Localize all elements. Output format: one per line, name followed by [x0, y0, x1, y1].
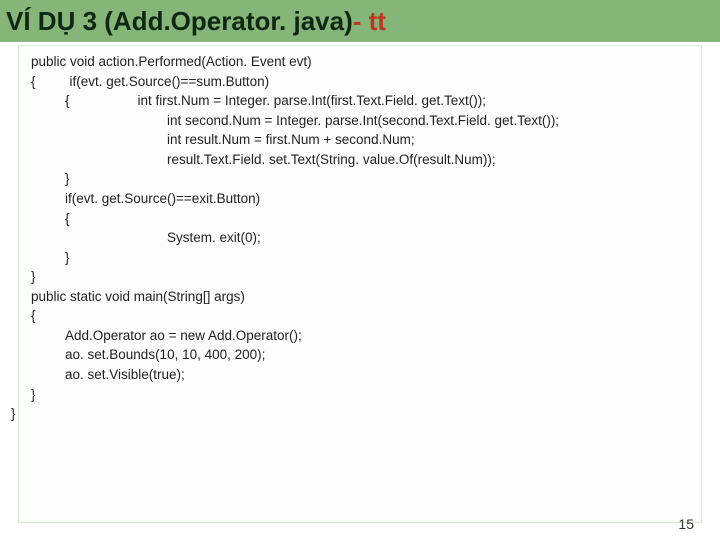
code-line: ao. set.Bounds(10, 10, 400, 200); — [31, 345, 265, 365]
slide-title-part1: VÍ DỤ 3 (Add.Operator. java) — [6, 6, 353, 37]
code-line: int first.Num = Integer. parse.Int(first… — [70, 91, 487, 111]
slide-title-part2: - tt — [353, 6, 386, 37]
code-line: result.Text.Field. set.Text(String. valu… — [31, 150, 496, 170]
code-line: if(evt. get.Source()==exit.Button) — [31, 189, 260, 209]
code-line: { — [31, 91, 70, 111]
code-line: } — [31, 387, 36, 402]
page-number: 15 — [678, 516, 694, 532]
code-line: int result.Num = first.Num + second.Num; — [31, 130, 415, 150]
code-line: } — [31, 269, 36, 284]
code-block: public void action.Performed(Action. Eve… — [18, 45, 702, 523]
code-line: int second.Num = Integer. parse.Int(seco… — [31, 111, 559, 131]
code-line: { — [31, 209, 70, 229]
code-line: } — [31, 169, 70, 189]
code-line: public void action.Performed(Action. Eve… — [31, 54, 312, 69]
code-line: ao. set.Visible(true); — [31, 365, 185, 385]
slide-header: VÍ DỤ 3 (Add.Operator. java) - tt — [0, 0, 720, 42]
code-line: } — [31, 248, 70, 268]
code-line: Add.Operator ao = new Add.Operator(); — [31, 326, 302, 346]
code-line: if(evt. get.Source()==sum.Button) — [36, 72, 270, 92]
code-line: } — [11, 406, 16, 421]
code-line: { — [31, 308, 36, 323]
code-line: System. exit(0); — [31, 228, 261, 248]
code-line: public static void main(String[] args) — [31, 289, 245, 304]
